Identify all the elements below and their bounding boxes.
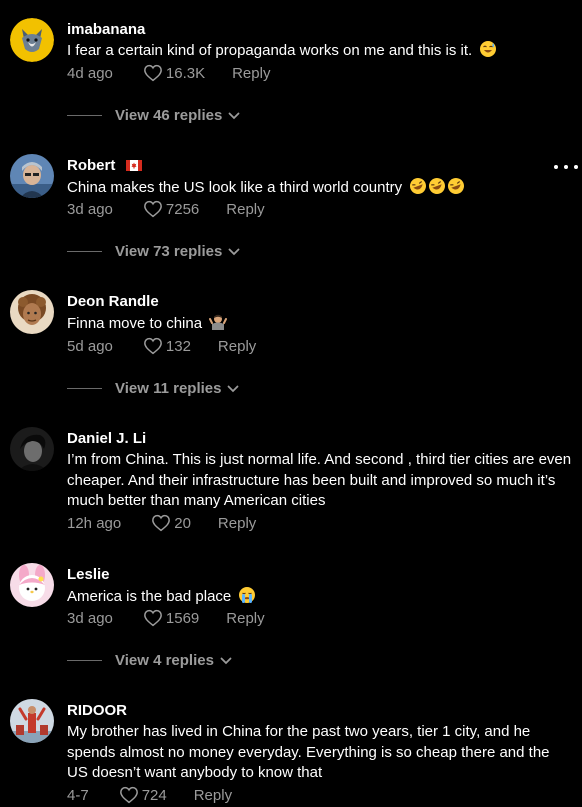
chevron-down-icon <box>228 248 240 255</box>
rolling-laughing-emoji-icon <box>409 177 465 202</box>
view-replies-button[interactable]: View 4 replies <box>67 652 232 669</box>
like-count: 20 <box>174 514 191 532</box>
divider-line <box>67 660 102 661</box>
comment-time: 4-7 <box>67 786 89 804</box>
comment-time: 12h ago <box>67 514 122 532</box>
comment-time: 4d ago <box>67 64 113 82</box>
like-count: 16.3K <box>165 64 206 82</box>
reply-button[interactable]: Reply <box>218 338 256 355</box>
chevron-down-icon <box>220 657 232 664</box>
person-avatar-icon <box>10 427 54 471</box>
heart-outline-icon <box>152 514 171 532</box>
username[interactable]: Leslie <box>67 566 110 583</box>
reply-button[interactable]: Reply <box>226 201 264 218</box>
like-button[interactable]: 16.3K <box>143 64 205 82</box>
divider-line <box>67 251 102 252</box>
username[interactable]: Deon Randle <box>67 293 159 310</box>
comment-text: China makes the US look like a third wor… <box>67 177 572 202</box>
comment-meta: 3d ago 1569 Reply <box>67 609 265 627</box>
view-replies-label: View 11 replies <box>115 380 222 397</box>
like-button[interactable]: 7256 <box>143 200 199 218</box>
avatar[interactable] <box>10 18 54 62</box>
avatar[interactable] <box>10 290 54 334</box>
comment-time: 3d ago <box>67 200 113 218</box>
person-shrugging-emoji-icon <box>209 313 228 338</box>
comment-text-content: Finna move to china <box>67 315 203 332</box>
reply-button[interactable]: Reply <box>194 787 232 804</box>
view-replies-label: View 46 replies <box>115 107 223 124</box>
like-button[interactable]: 1569 <box>143 609 199 627</box>
dot <box>564 165 568 169</box>
view-replies-button[interactable]: View 11 replies <box>67 380 239 397</box>
dot <box>574 165 578 169</box>
divider-line <box>67 115 102 116</box>
reply-button[interactable]: Reply <box>226 610 264 627</box>
chevron-down-icon <box>228 112 240 119</box>
heart-outline-icon <box>143 337 162 355</box>
person-avatar-icon <box>10 290 54 334</box>
divider-line <box>67 388 102 389</box>
like-count: 132 <box>165 337 191 355</box>
comment-text: America is the bad place <box>67 586 572 611</box>
view-replies-label: View 4 replies <box>115 652 214 669</box>
comment-text-content: I fear a certain kind of propaganda work… <box>67 42 473 59</box>
person-avatar-icon <box>10 699 54 743</box>
avatar[interactable] <box>10 563 54 607</box>
comment-text: I’m from China. This is just normal life… <box>67 451 572 509</box>
username[interactable]: Robert <box>67 157 142 175</box>
heart-outline-icon <box>143 200 162 218</box>
like-button[interactable]: 132 <box>143 337 191 355</box>
my-melody-avatar-icon <box>10 563 54 607</box>
dot <box>554 165 558 169</box>
like-count: 7256 <box>165 200 200 218</box>
username[interactable]: Daniel J. Li <box>67 430 146 447</box>
username[interactable]: imabanana <box>67 21 145 38</box>
comment-meta: 12h ago 20 Reply <box>67 514 256 532</box>
reply-button[interactable]: Reply <box>218 515 256 532</box>
comment-time: 3d ago <box>67 609 113 627</box>
like-button[interactable]: 20 <box>151 514 191 532</box>
like-count: 1569 <box>165 609 200 627</box>
sweat-smile-emoji-icon <box>479 40 497 65</box>
comment-text-content: China makes the US look like a third wor… <box>67 179 403 196</box>
avatar[interactable] <box>10 699 54 743</box>
heart-outline-icon <box>143 64 162 82</box>
comment-time: 5d ago <box>67 337 113 355</box>
wolf-avatar-icon <box>10 18 54 62</box>
view-replies-button[interactable]: View 73 replies <box>67 243 240 260</box>
loudly-crying-emoji-icon <box>238 586 256 611</box>
comment-text: Finna move to china <box>67 313 572 338</box>
more-options-button[interactable] <box>554 159 578 175</box>
comment-meta: 4-7 724 Reply <box>67 786 232 804</box>
avatar[interactable] <box>10 154 54 198</box>
like-button[interactable]: 724 <box>119 786 167 804</box>
comment-text: My brother has lived in China for the pa… <box>67 723 550 781</box>
comment-meta: 4d ago 16.3K Reply <box>67 64 270 82</box>
comment-text-content: America is the bad place <box>67 588 232 605</box>
canada-flag-icon <box>125 158 142 175</box>
person-avatar-icon <box>10 154 54 198</box>
comment-meta: 3d ago 7256 Reply <box>67 200 265 218</box>
heart-outline-icon <box>143 609 162 627</box>
comment-text: I fear a certain kind of propaganda work… <box>67 40 572 65</box>
reply-button[interactable]: Reply <box>232 65 270 82</box>
username[interactable]: RIDOOR <box>67 702 127 719</box>
view-replies-label: View 73 replies <box>115 243 223 260</box>
chevron-down-icon <box>228 385 239 392</box>
avatar[interactable] <box>10 427 54 471</box>
view-replies-button[interactable]: View 46 replies <box>67 107 240 124</box>
username-label: Robert <box>67 157 116 174</box>
heart-outline-icon <box>119 786 138 804</box>
like-count: 724 <box>141 786 167 804</box>
comment-meta: 5d ago 132 Reply <box>67 337 256 355</box>
